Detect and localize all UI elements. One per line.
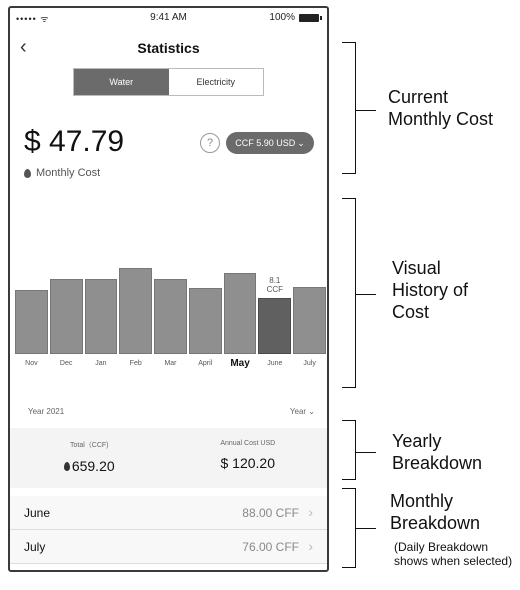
total-ccf-column: Total（CCF) 659.20 [10,440,169,474]
annual-label: Annual Cost USD [220,440,276,447]
monthly-cost-label: Monthly Cost [36,167,101,179]
month-value: 76.00 CFF [242,540,299,554]
bar-nov[interactable] [15,289,48,354]
tick-label-jan: Jan [95,360,107,367]
monthly-cost-value: $ 47.79 [24,125,125,158]
utility-segmented-control: Water Electricity [73,68,264,96]
total-value-row: 659.20 [10,458,169,474]
rate-dropdown[interactable]: CCF 5.90 USD ⌄ [226,132,314,154]
help-icon[interactable]: ? [200,133,220,153]
bracket-visual-history [342,198,356,388]
selected-bar-value-label: 8.1 CCF [266,276,284,295]
tick-label-may: May [230,358,250,369]
bar-feb[interactable] [119,268,153,354]
annual-cost-column: Annual Cost USD $ 120.20 [169,440,328,471]
list-item[interactable]: July 76.00 CFF › [10,530,327,564]
annotation-monthly-note: (Daily Breakdown shows when selected) [394,540,513,568]
bar-dec[interactable] [49,279,83,354]
monthly-cost-caption: Monthly Cost [24,167,100,179]
water-drop-icon [24,168,31,178]
bracket-yearly [342,420,356,480]
bracket-tick [356,528,376,529]
chevron-right-icon: › [308,538,313,554]
total-label: Total（CCF) [69,442,109,449]
bar-may[interactable] [223,273,257,354]
rate-label: CCF 5.90 USD [235,138,296,148]
bar-jan[interactable] [84,279,118,354]
chevron-down-icon: ⌄ [297,137,305,148]
tab-water[interactable]: Water [74,69,169,95]
battery-percent: 100% [269,12,295,23]
monthly-breakdown-list: June 88.00 CFF › July 76.00 CFF › [10,496,327,564]
tick-label-april: April [198,360,213,367]
year-selector-label: Year [289,407,307,416]
yearly-breakdown: Total（CCF) 659.20 Annual Cost USD $ 120.… [10,428,327,488]
month-name: June [24,506,51,520]
annotation-current-monthly-cost: Current Monthly Cost [388,87,494,129]
year-selector[interactable]: Year ⌄ [290,407,315,416]
bar-april[interactable] [188,288,222,354]
bar-june[interactable] [258,298,292,354]
water-drop-icon [63,461,70,471]
bar-mar[interactable] [154,279,187,354]
tick-label-dec: Dec [59,360,73,367]
battery-icon [299,13,322,22]
tab-electricity[interactable]: Electricity [168,69,263,95]
page-title: Statistics [137,40,200,56]
status-bar: ••••• ᯤ 9:41 AM 100% [10,8,327,28]
bracket-tick [356,452,376,453]
annotation-visual-history: Visual History of Cost [392,258,469,322]
month-value: 88.00 CFF [242,506,299,520]
nav-bar: ‹ Statistics [10,32,327,62]
tick-label-nov: Nov [25,360,38,367]
bracket-monthly [342,488,356,568]
chevron-down-icon: ⌄ [308,407,315,416]
bracket-tick [356,294,376,295]
tick-label-feb: Feb [129,360,142,367]
tick-label-july: July [303,360,316,367]
year-row: Year 2021 Year ⌄ [10,404,327,422]
battery-group: 100% [269,12,322,23]
bracket-current-cost [342,42,356,174]
annotation-yearly-breakdown: Yearly Breakdown [392,431,483,473]
bracket-tick [356,110,376,111]
bar-july[interactable] [293,287,326,354]
annotation-monthly-breakdown: Monthly Breakdown [390,491,481,533]
history-bar-chart: Nov Dec Jan Feb Mar April May June 8.1 CCF July [10,228,327,388]
tick-label-mar: Mar [164,360,177,367]
tick-label-june: June [267,360,283,367]
year-label: Year 2021 [28,407,65,416]
month-name: July [24,540,46,554]
chevron-right-icon: › [308,504,313,520]
phone-frame: ••••• ᯤ 9:41 AM 100% ‹ Statistics Water … [8,6,329,572]
list-item[interactable]: June 88.00 CFF › [10,496,327,530]
annual-value: $ 120.20 [220,455,276,471]
total-value: 659.20 [71,458,115,474]
